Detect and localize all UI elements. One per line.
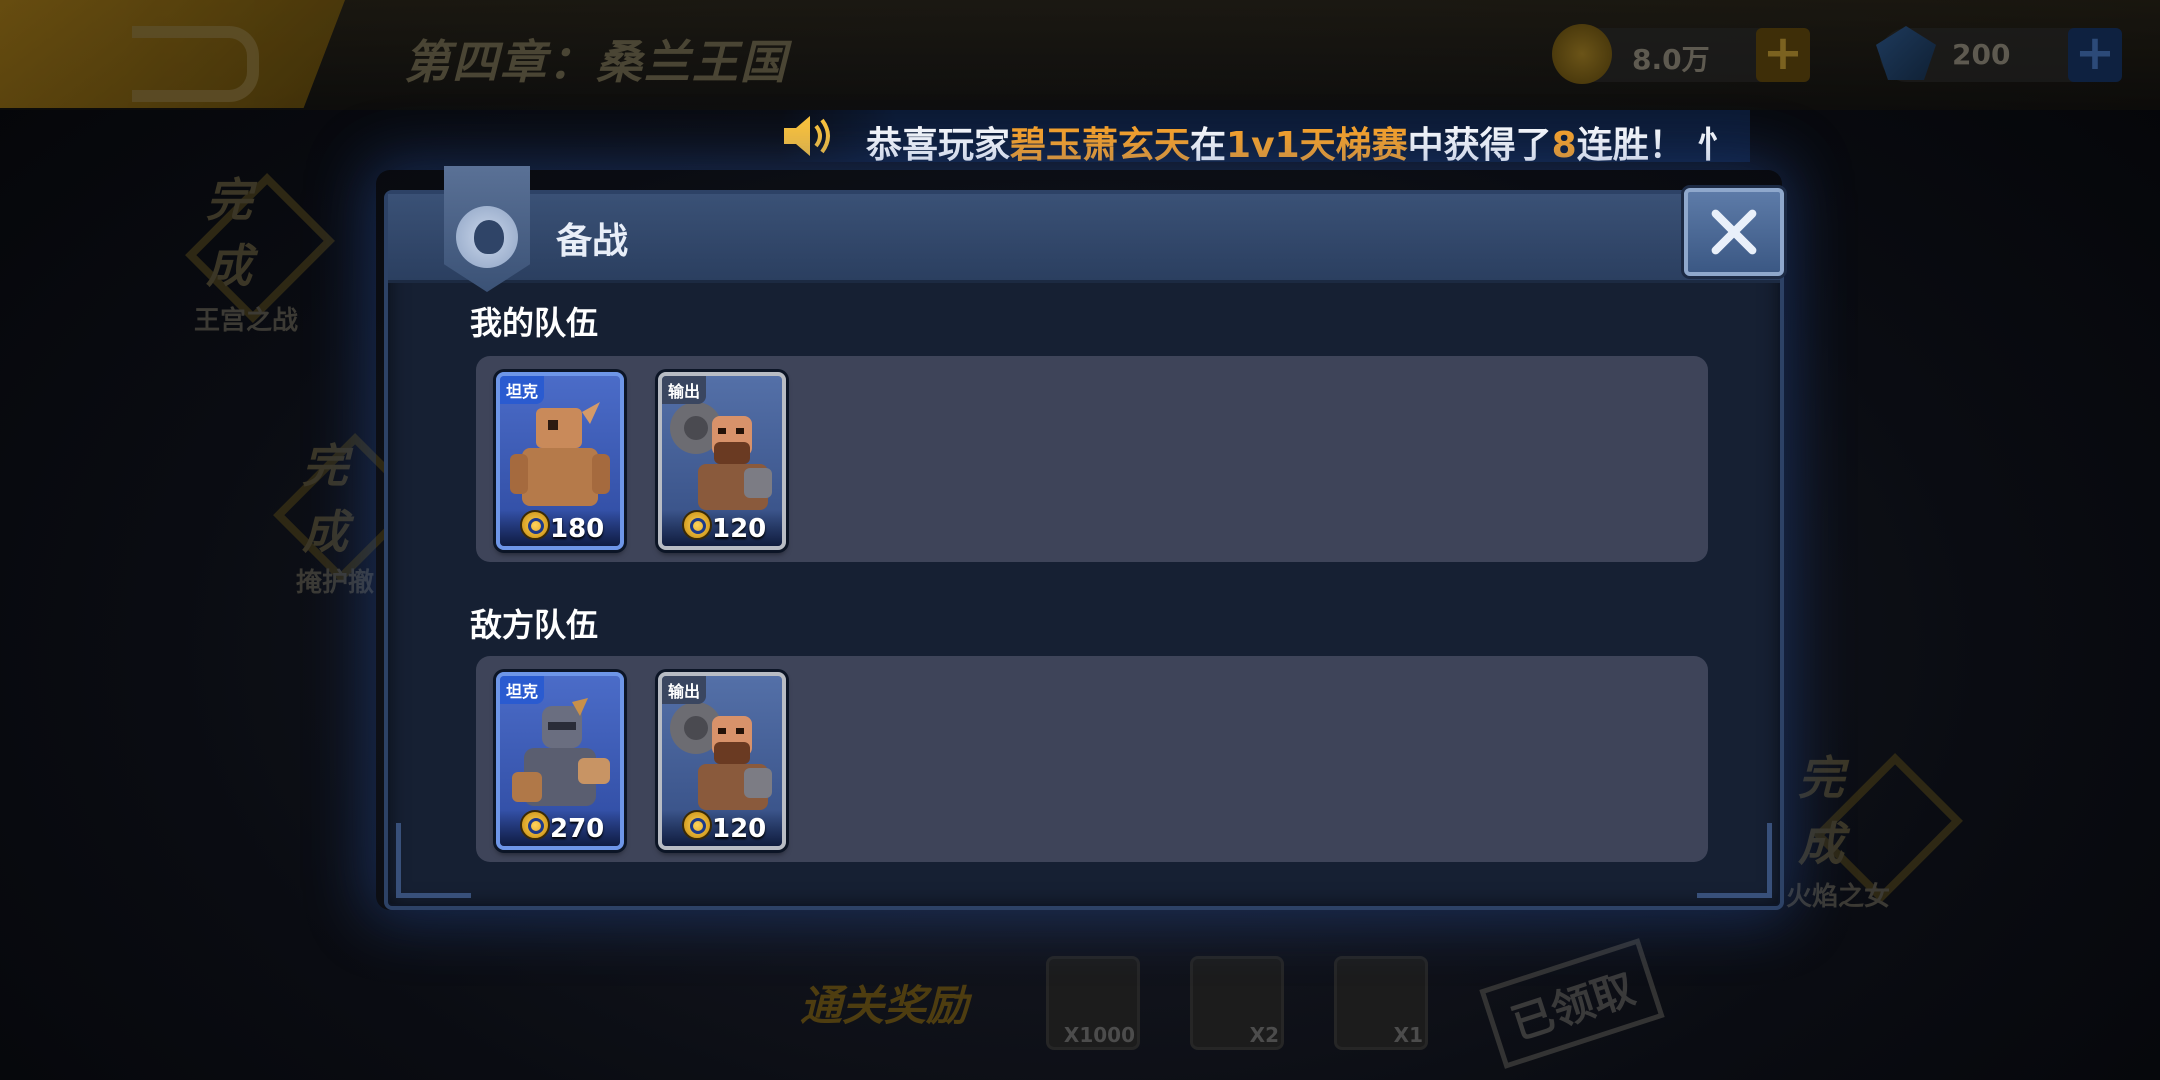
cost-icon [520, 510, 550, 540]
cost-icon [682, 510, 712, 540]
purple-card-icon[interactable]: X1 [1334, 956, 1428, 1050]
gem-value: 200 [1952, 38, 2011, 71]
gem-currency: 200 + [1876, 26, 2122, 82]
my-team-panel: 坦克 180 输出 120 [476, 356, 1708, 562]
role-tag: 输出 [662, 676, 707, 704]
armored-knight-portrait [512, 698, 610, 806]
add-gold-button[interactable]: + [1756, 28, 1810, 82]
enemy-team-title: 敌方队伍 [470, 606, 599, 644]
cost-icon [682, 810, 712, 840]
blue-card-icon[interactable]: X2 [1190, 956, 1284, 1050]
claimed-stamp: 已领取 [1479, 938, 1665, 1069]
my-team-title: 我的队伍 [470, 304, 599, 342]
modal-title: 备战 [556, 221, 629, 262]
bearded-warrior-portrait [670, 702, 772, 810]
gold-coin-icon[interactable]: X1000 [1046, 956, 1140, 1050]
reward-qty: X1000 [1063, 1023, 1135, 1047]
add-gem-button[interactable]: + [2068, 28, 2122, 82]
stage-name: 火焰之女 [1786, 882, 1891, 912]
stage-done-label: 完成 [302, 439, 348, 559]
corner-ornament [396, 823, 471, 898]
stage-name: 掩护撤 [296, 568, 375, 598]
close-button[interactable] [1684, 188, 1784, 276]
cost-icon [520, 810, 550, 840]
egg-badge-icon [444, 166, 530, 292]
modal-header: 备战 [388, 166, 1784, 292]
stage-name: 王宫之战 [194, 306, 299, 336]
back-arrow-icon [132, 26, 259, 102]
back-button[interactable] [0, 0, 345, 108]
announcement-text: 恭喜玩家碧玉萧玄天在1v1天梯赛中获得了8连胜！ 忄 [866, 125, 1734, 162]
battle-prep-modal: 备战 我的队伍 坦克 180 输出 120 敌方队伍 坦克 270 输出 120 [384, 166, 1784, 910]
unit-cost: 120 [712, 814, 767, 844]
chapter-title: 第四章：桑兰王国 [404, 35, 788, 89]
unit-card[interactable]: 坦克 180 [496, 372, 624, 550]
gold-value: 8.0万 [1632, 43, 1710, 76]
role-tag: 坦克 [500, 676, 545, 704]
reward-qty: X1 [1393, 1023, 1423, 1047]
unit-card[interactable]: 坦克 270 [496, 672, 624, 850]
bearded-warrior-portrait [670, 402, 772, 510]
role-tag: 输出 [662, 376, 707, 404]
role-tag: 坦克 [500, 376, 545, 404]
unit-cost: 270 [550, 814, 605, 844]
unit-cost: 120 [712, 514, 767, 544]
stage-done-label: 完成 [206, 173, 252, 293]
gold-currency: 8.0万 + [1552, 24, 1810, 84]
stage-done-label: 完成 [1798, 751, 1844, 871]
gold-coin-icon [1552, 24, 1612, 84]
reward-qty: X2 [1249, 1023, 1279, 1047]
rewards-label: 通关奖励 [800, 981, 969, 1030]
stone-golem-portrait [510, 402, 610, 506]
unit-card[interactable]: 输出 120 [658, 372, 786, 550]
enemy-team-panel: 坦克 270 输出 120 [476, 656, 1708, 862]
unit-cost: 180 [550, 514, 605, 544]
corner-ornament [1697, 823, 1772, 898]
speaker-icon [784, 116, 830, 156]
game-screen: 第四章：桑兰王国 8.0万 + 200 + 完成 王宫之战 完成 掩护撤 完成 … [0, 0, 2160, 1080]
announcement-marquee: 恭喜玩家碧玉萧玄天在1v1天梯赛中获得了8连胜！ 忄 [780, 110, 1750, 162]
unit-card[interactable]: 输出 120 [658, 672, 786, 850]
